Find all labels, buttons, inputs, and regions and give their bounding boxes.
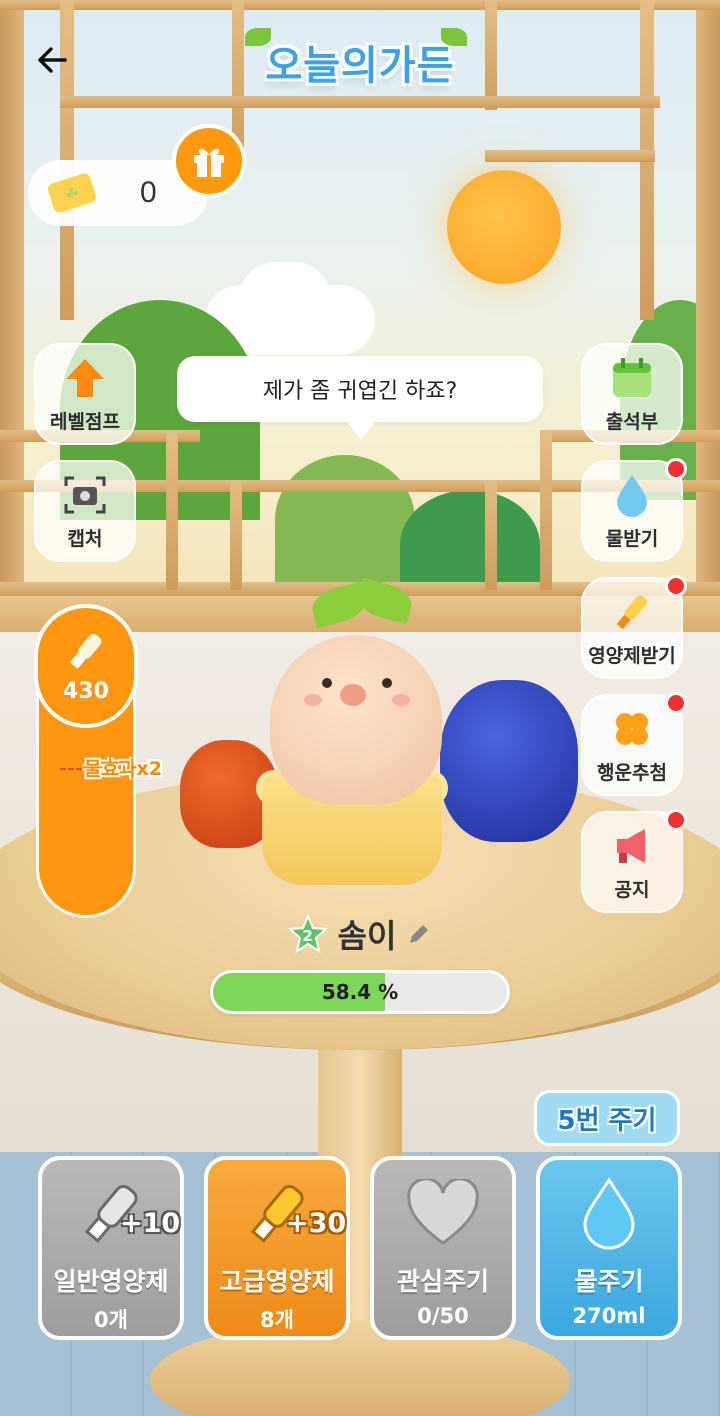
gift-button[interactable] bbox=[172, 124, 246, 198]
window-beam bbox=[166, 430, 178, 590]
give-attention-button[interactable]: 관심주기 0/50 bbox=[370, 1156, 516, 1340]
get-nutrient-button[interactable]: 영양제받기 bbox=[581, 575, 687, 679]
calendar-icon bbox=[609, 355, 655, 401]
level-badge: 2 bbox=[287, 914, 328, 954]
arrow-up-icon bbox=[62, 355, 108, 401]
logo-text: 오늘의가든 bbox=[265, 43, 455, 89]
speech-text: 제가 좀 귀엽긴 하죠? bbox=[262, 379, 458, 404]
pencil-icon[interactable] bbox=[406, 921, 432, 947]
attendance-label: 출석부 bbox=[605, 410, 659, 433]
premium-nutrient-label: 고급영양제 bbox=[219, 1267, 335, 1296]
nutrient-bottle-icon bbox=[609, 589, 655, 635]
blue-pouch bbox=[440, 680, 578, 842]
pet-name-row: 2 솜이 bbox=[0, 908, 720, 960]
water-bonus-label: 물효과x2 bbox=[84, 758, 162, 780]
window-beam bbox=[0, 0, 720, 10]
cloud bbox=[240, 262, 330, 332]
hill bbox=[275, 455, 415, 585]
lucky-draw-label: 행운추첨 bbox=[597, 761, 667, 784]
water-drop-icon bbox=[540, 1168, 678, 1260]
window-beam bbox=[485, 480, 497, 590]
get-water-label: 물받기 bbox=[605, 527, 659, 550]
get-nutrient-label: 영양제받기 bbox=[588, 644, 676, 667]
growth-progress-bar: 58.4 % bbox=[210, 970, 510, 1014]
window-beam bbox=[485, 0, 497, 110]
cheek bbox=[304, 694, 322, 706]
pet-name: 솜이 bbox=[337, 917, 397, 955]
notification-dot bbox=[665, 575, 687, 597]
attendance-button[interactable]: 출석부 bbox=[581, 343, 683, 445]
clover-ticket-icon: ☘ bbox=[46, 171, 98, 215]
water-count-text: 5번 주기 bbox=[557, 1105, 657, 1136]
camera-icon bbox=[62, 472, 108, 518]
plant-character bbox=[270, 635, 442, 805]
notice-label: 공지 bbox=[614, 878, 650, 901]
gold-bottle-icon: +30 bbox=[208, 1168, 346, 1260]
notice-button[interactable]: 공지 bbox=[581, 809, 687, 913]
nose bbox=[340, 684, 366, 706]
gift-icon bbox=[194, 148, 224, 177]
speech-bubble: 제가 좀 귀엽긴 하죠? bbox=[177, 356, 543, 440]
level-jump-button[interactable]: 레벨점프 bbox=[34, 343, 136, 445]
bonus-label: +30 bbox=[286, 1208, 347, 1239]
give-water-amount: 270ml bbox=[572, 1304, 646, 1328]
window-frame bbox=[0, 0, 24, 640]
clover-icon bbox=[609, 706, 655, 752]
sun bbox=[447, 170, 561, 284]
normal-nutrient-button[interactable]: +10 일반영양제 0개 bbox=[38, 1156, 184, 1340]
progress-label: 58.4 % bbox=[321, 980, 399, 1004]
megaphone-icon bbox=[609, 823, 655, 869]
bottle-icon bbox=[69, 633, 102, 669]
leaf-icon bbox=[441, 28, 467, 46]
window-beam bbox=[485, 150, 655, 162]
give-attention-count: 0/50 bbox=[417, 1304, 469, 1328]
back-button[interactable] bbox=[32, 40, 72, 80]
bonus-label: +10 bbox=[120, 1208, 181, 1239]
eye bbox=[382, 678, 392, 688]
water-drop-icon bbox=[609, 472, 655, 518]
water-gauge-value: 430 bbox=[63, 678, 109, 704]
get-water-button[interactable]: 물받기 bbox=[581, 458, 687, 562]
app-logo: 오늘의가든 bbox=[235, 22, 485, 102]
give-water-button[interactable]: 물주기 270ml bbox=[536, 1156, 682, 1340]
capture-label: 캡처 bbox=[67, 527, 103, 550]
lucky-draw-button[interactable]: 행운추첨 bbox=[581, 692, 687, 796]
bottle-icon: +10 bbox=[42, 1168, 180, 1260]
heart-icon bbox=[374, 1168, 512, 1260]
notification-dot bbox=[665, 692, 687, 714]
normal-nutrient-count: 0개 bbox=[94, 1308, 128, 1332]
premium-nutrient-count: 8개 bbox=[260, 1308, 294, 1332]
water-count-badge: 5번 주기 bbox=[534, 1090, 680, 1146]
ticket-count: 0 bbox=[140, 176, 157, 209]
cheek bbox=[392, 694, 410, 706]
normal-nutrient-label: 일반영양제 bbox=[53, 1267, 169, 1296]
level-jump-label: 레벨점프 bbox=[50, 410, 120, 433]
arrow-left-icon bbox=[38, 47, 67, 73]
leaf-icon bbox=[245, 28, 271, 46]
eye bbox=[322, 678, 332, 688]
water-gauge-cap: 430 bbox=[34, 604, 138, 728]
window-beam bbox=[540, 430, 552, 590]
notification-dot bbox=[665, 809, 687, 831]
window-frame bbox=[696, 0, 720, 640]
premium-nutrient-button[interactable]: +30 고급영양제 8개 bbox=[204, 1156, 350, 1340]
notification-dot bbox=[665, 458, 687, 480]
give-water-label: 물주기 bbox=[574, 1267, 644, 1296]
capture-button[interactable]: 캡처 bbox=[34, 460, 136, 562]
level-number: 2 bbox=[302, 926, 313, 945]
window-beam bbox=[230, 480, 242, 590]
give-attention-label: 관심주기 bbox=[396, 1267, 489, 1296]
